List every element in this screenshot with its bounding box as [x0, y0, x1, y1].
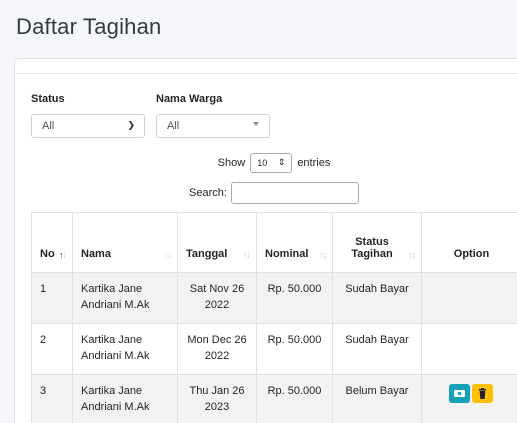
caret-down-icon: [253, 122, 259, 126]
cell-option: [421, 323, 517, 375]
header-label: Nama: [81, 248, 111, 260]
pay-icon: [453, 390, 465, 397]
header-label: Nominal: [265, 248, 309, 260]
table-row: 2 Kartika Jane Andriani M.Ak Mon Dec 26 …: [31, 323, 517, 375]
sort-icon: ↑↓: [319, 250, 327, 260]
table-row: 1 Kartika Jane Andriani M.Ak Sat Nov 26 …: [31, 272, 517, 324]
col-header-option: Option: [421, 212, 517, 273]
cell-nama: Kartika Jane Andriani M.Ak: [72, 272, 178, 324]
pay-button[interactable]: [448, 384, 470, 403]
cell-tanggal: Thu Jan 26 2023: [177, 374, 257, 423]
sort-icon: ↑↓: [408, 250, 416, 260]
header-label: No: [40, 248, 55, 260]
search-label: Search:: [189, 186, 227, 199]
entries-value: 10: [257, 158, 268, 168]
warga-filter-value: All: [167, 120, 180, 132]
tagihan-card: Status All ❯ Nama Warga All Show 10 ⇕ ent…: [14, 58, 517, 423]
card-divider: [15, 73, 517, 74]
table-header-row: No ↑↓ Nama ↑↓ Tanggal ↑↓ Nominal ↑↓ Status T…: [31, 212, 517, 273]
col-header-nama[interactable]: Nama ↑↓: [72, 212, 178, 273]
cell-nama: Kartika Jane Andriani M.Ak: [72, 374, 178, 423]
warga-filter-select[interactable]: All: [156, 114, 270, 138]
cell-nominal: Rp. 50.000: [256, 374, 333, 423]
col-header-status[interactable]: Status Tagihan ↑↓: [332, 212, 422, 273]
datatable-length: Show 10 ⇕ entries: [15, 153, 517, 173]
header-label: Tanggal: [186, 248, 228, 260]
updown-icon: ⇕: [277, 157, 286, 167]
status-filter-label: Status: [31, 93, 65, 105]
trash-icon: [478, 388, 486, 399]
cell-nominal: Rp. 50.000: [256, 323, 333, 375]
cell-no: 1: [31, 272, 73, 324]
sort-asc-icon: ↑↓: [59, 250, 67, 260]
entries-label: entries: [297, 156, 331, 169]
col-header-tanggal[interactable]: Tanggal ↑↓: [177, 212, 257, 273]
cell-status: Sudah Bayar: [332, 323, 422, 375]
status-filter-value: All: [42, 120, 55, 132]
cell-nominal: Rp. 50.000: [256, 272, 333, 324]
warga-filter-label: Nama Warga: [156, 93, 223, 105]
cell-tanggal: Sat Nov 26 2022: [177, 272, 257, 324]
header-label: Option: [453, 248, 490, 260]
status-filter-select[interactable]: All ❯: [31, 114, 145, 138]
show-label: Show: [217, 156, 246, 169]
sort-icon: ↑↓: [243, 250, 251, 260]
sort-icon: ↑↓: [164, 250, 172, 260]
col-header-no[interactable]: No ↑↓: [31, 212, 73, 273]
cell-tanggal: Mon Dec 26 2022: [177, 323, 257, 375]
chevron-down-icon: ❯: [127, 120, 135, 130]
entries-select[interactable]: 10 ⇕: [250, 153, 293, 173]
cell-no: 2: [31, 323, 73, 375]
cell-option: [421, 272, 517, 324]
cell-no: 3: [31, 374, 73, 423]
col-header-nominal[interactable]: Nominal ↑↓: [256, 212, 333, 273]
cell-status: Sudah Bayar: [332, 272, 422, 324]
table-row: 3 Kartika Jane Andriani M.Ak Thu Jan 26 …: [31, 374, 517, 423]
delete-button[interactable]: [471, 384, 493, 403]
cell-nama: Kartika Jane Andriani M.Ak: [72, 323, 178, 375]
cell-status: Belum Bayar: [332, 374, 422, 423]
tagihan-table: No ↑↓ Nama ↑↓ Tanggal ↑↓ Nominal ↑↓ Status T…: [31, 212, 517, 423]
header-label: Status Tagihan: [351, 236, 393, 260]
datatable-search: Search:: [15, 182, 517, 204]
search-input[interactable]: [230, 182, 359, 204]
page-title: Daftar Tagihan: [16, 14, 162, 39]
cell-option: [421, 374, 517, 423]
